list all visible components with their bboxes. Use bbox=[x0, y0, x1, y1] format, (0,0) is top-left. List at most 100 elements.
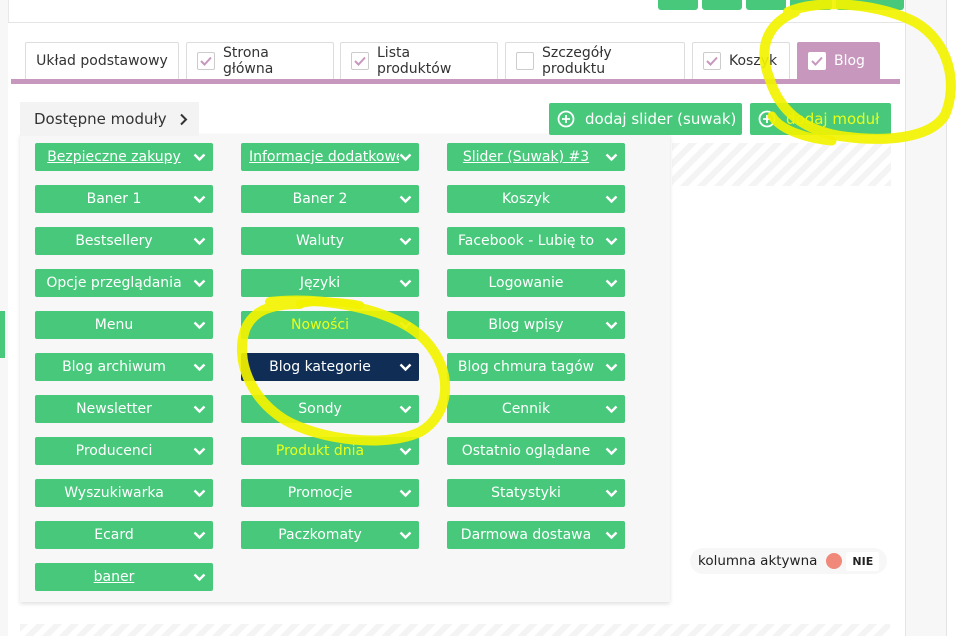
tab-lista-produktow[interactable]: Lista produktów bbox=[340, 42, 498, 79]
module-chip[interactable]: Blog archiwum bbox=[35, 353, 213, 381]
add-slider-button[interactable]: dodaj slider (suwak) bbox=[549, 103, 742, 135]
module-chip[interactable]: Wyszukiwarka bbox=[35, 479, 213, 507]
chevron-down-icon[interactable] bbox=[399, 321, 419, 330]
module-chip[interactable]: Blog chmura tagów bbox=[447, 353, 625, 381]
chevron-down-icon[interactable] bbox=[399, 153, 419, 162]
module-label: Newsletter bbox=[76, 401, 152, 417]
chevron-down-icon[interactable] bbox=[605, 279, 625, 288]
module-chip[interactable]: Newsletter bbox=[35, 395, 213, 423]
chevron-down-icon[interactable] bbox=[605, 321, 625, 330]
top-toolbar-button[interactable] bbox=[746, 0, 786, 10]
checkbox-checked-icon[interactable] bbox=[703, 52, 721, 70]
module-chip[interactable]: Produkt dnia bbox=[241, 437, 419, 465]
chevron-down-icon[interactable] bbox=[193, 489, 213, 498]
module-label: Slider (Suwak) #3 bbox=[462, 149, 590, 165]
column-active-value[interactable]: NIE bbox=[846, 551, 880, 571]
module-chip[interactable]: Facebook - Lubię to bbox=[447, 227, 625, 255]
checkbox-checked-icon[interactable] bbox=[197, 52, 215, 70]
checkbox-unchecked-icon[interactable] bbox=[516, 52, 534, 70]
module-chip[interactable]: Nowości bbox=[241, 311, 419, 339]
module-chip[interactable]: Promocje bbox=[241, 479, 419, 507]
chevron-down-icon[interactable] bbox=[193, 447, 213, 456]
checkbox-checked-icon[interactable] bbox=[351, 52, 369, 70]
module-chip[interactable]: Informacje dodatkowe bbox=[241, 143, 419, 171]
module-chip[interactable]: Logowanie bbox=[447, 269, 625, 297]
chevron-right-icon bbox=[179, 113, 188, 126]
module-chip[interactable]: Producenci bbox=[35, 437, 213, 465]
module-chip[interactable]: Darmowa dostawa bbox=[447, 521, 625, 549]
module-chip[interactable]: Cennik bbox=[447, 395, 625, 423]
top-toolbar-button[interactable] bbox=[836, 0, 904, 10]
chevron-down-icon[interactable] bbox=[605, 447, 625, 456]
inactive-status-dot[interactable] bbox=[826, 553, 843, 569]
tab-strona-glowna[interactable]: Strona główna bbox=[186, 42, 334, 79]
module-chip[interactable]: baner bbox=[35, 563, 213, 591]
add-module-label: dodaj moduł bbox=[786, 110, 880, 128]
module-chip[interactable]: Slider (Suwak) #3 bbox=[447, 143, 625, 171]
module-chip[interactable]: Baner 1 bbox=[35, 185, 213, 213]
chevron-down-icon[interactable] bbox=[605, 363, 625, 372]
module-chip[interactable]: Menu bbox=[35, 311, 213, 339]
chevron-down-icon[interactable] bbox=[193, 279, 213, 288]
module-chip[interactable]: Bezpieczne zakupy bbox=[35, 143, 213, 171]
chevron-down-icon[interactable] bbox=[193, 405, 213, 414]
module-label: Paczkomaty bbox=[278, 527, 362, 543]
top-toolbar-button[interactable] bbox=[658, 0, 698, 10]
module-label: Waluty bbox=[295, 233, 345, 249]
module-label: Nowości bbox=[291, 317, 349, 333]
module-chip[interactable]: Bestsellery bbox=[35, 227, 213, 255]
module-chip[interactable]: Ecard bbox=[35, 521, 213, 549]
module-label: Producenci bbox=[75, 443, 153, 459]
chevron-down-icon[interactable] bbox=[193, 363, 213, 372]
module-label: Darmowa dostawa bbox=[460, 527, 592, 543]
module-chip[interactable]: Opcje przeglądania bbox=[35, 269, 213, 297]
chevron-down-icon[interactable] bbox=[193, 321, 213, 330]
chevron-down-icon[interactable] bbox=[605, 405, 625, 414]
checkbox-checked-icon[interactable] bbox=[808, 52, 826, 70]
column-active-status: kolumna aktywna NIE bbox=[690, 548, 888, 574]
chevron-down-icon[interactable] bbox=[605, 195, 625, 204]
chevron-down-icon[interactable] bbox=[193, 237, 213, 246]
chevron-down-icon[interactable] bbox=[399, 279, 419, 288]
module-chip[interactable]: Statystyki bbox=[447, 479, 625, 507]
tab-koszyk[interactable]: Koszyk bbox=[692, 42, 790, 79]
module-chip[interactable]: Ostatnio oglądane bbox=[447, 437, 625, 465]
module-chip[interactable]: Paczkomaty bbox=[241, 521, 419, 549]
chevron-down-icon[interactable] bbox=[605, 237, 625, 246]
module-label: Logowanie bbox=[488, 275, 564, 291]
chevron-down-icon[interactable] bbox=[399, 489, 419, 498]
add-module-button[interactable]: dodaj moduł bbox=[750, 103, 891, 135]
chevron-down-icon[interactable] bbox=[193, 195, 213, 204]
chevron-down-icon[interactable] bbox=[193, 573, 213, 582]
tab-blog[interactable]: Blog bbox=[797, 42, 880, 79]
tab-label: Blog bbox=[834, 53, 865, 69]
module-chip[interactable]: Blog kategorie bbox=[241, 353, 419, 381]
row-drop-zone[interactable] bbox=[20, 624, 890, 636]
chevron-down-icon[interactable] bbox=[605, 489, 625, 498]
chevron-down-icon[interactable] bbox=[193, 531, 213, 540]
tab-szczegoly-produktu[interactable]: Szczegóły produktu bbox=[505, 42, 685, 79]
chevron-down-icon[interactable] bbox=[399, 405, 419, 414]
module-chip[interactable]: Sondy bbox=[241, 395, 419, 423]
chevron-down-icon[interactable] bbox=[399, 195, 419, 204]
chevron-down-icon[interactable] bbox=[605, 531, 625, 540]
column-drop-zone[interactable] bbox=[672, 143, 891, 186]
module-label: Informacje dodatkowe bbox=[249, 149, 399, 165]
chevron-down-icon[interactable] bbox=[399, 531, 419, 540]
tab-uklad-podstawowy[interactable]: Układ podstawowy bbox=[25, 42, 179, 79]
module-chip[interactable]: Blog wpisy bbox=[447, 311, 625, 339]
module-chip[interactable]: Baner 2 bbox=[241, 185, 419, 213]
top-toolbar-button[interactable] bbox=[702, 0, 742, 10]
module-label: Menu bbox=[94, 317, 134, 333]
chevron-down-icon[interactable] bbox=[193, 153, 213, 162]
module-chip[interactable]: Koszyk bbox=[447, 185, 625, 213]
chevron-down-icon[interactable] bbox=[399, 363, 419, 372]
module-chip[interactable]: Waluty bbox=[241, 227, 419, 255]
chevron-down-icon[interactable] bbox=[605, 153, 625, 162]
tab-label: Strona główna bbox=[223, 45, 274, 77]
chevron-down-icon[interactable] bbox=[399, 447, 419, 456]
top-toolbar-button[interactable] bbox=[790, 0, 832, 10]
module-chip[interactable]: Języki bbox=[241, 269, 419, 297]
chevron-down-icon[interactable] bbox=[399, 237, 419, 246]
available-modules-toggle[interactable]: Dostępne moduły bbox=[20, 102, 199, 136]
